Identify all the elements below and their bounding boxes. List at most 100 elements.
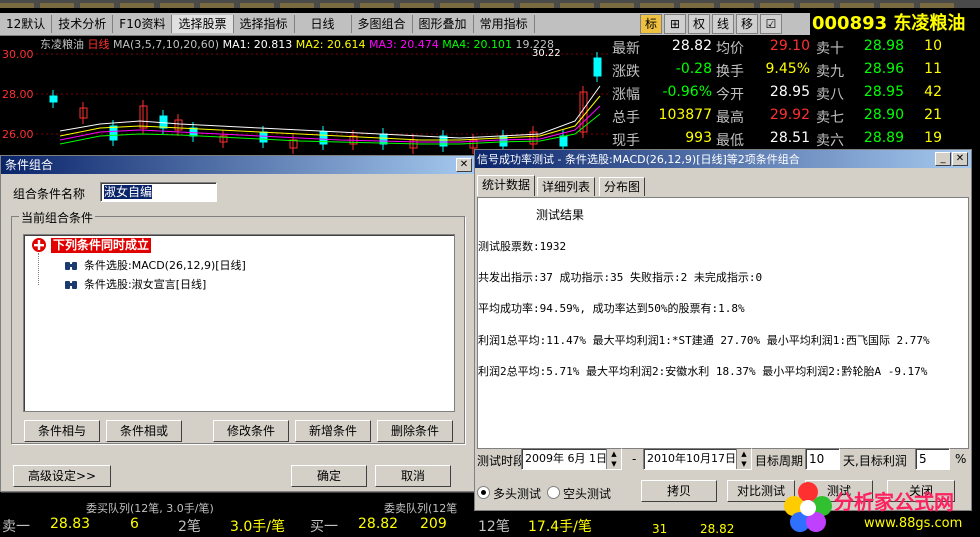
- quote-panel: 最新 28.82 均价 29.10 卖十 28.98 10 涨跌 -0.28 换手 9.45% 卖九 2…: [610, 36, 980, 156]
- quote-count: 42: [924, 84, 942, 100]
- quote-label: 今开: [716, 87, 744, 103]
- trade-count: 31: [652, 522, 668, 536]
- spin-arrows-icon[interactable]: ▲ ▼: [736, 449, 751, 469]
- combo-name-label: 组合条件名称: [13, 187, 86, 201]
- minimize-icon[interactable]: _: [935, 152, 951, 166]
- candles: [49, 52, 602, 154]
- quote-value: 29.92: [769, 107, 810, 123]
- y-tick-26: 26.00: [2, 128, 34, 141]
- toolbar-multi-chart[interactable]: 多图组合: [352, 15, 413, 33]
- short-test-radio[interactable]: [547, 486, 560, 499]
- stock-name: 东凌粮油: [893, 13, 966, 34]
- tab-distribution[interactable]: 分布图: [599, 177, 646, 196]
- result-line-1: 测试股票数:1932: [478, 240, 567, 253]
- stock-title: 000893 东凌粮油: [812, 13, 980, 35]
- condition-combo-dialog: 条件组合 ✕ 组合条件名称 淑女自编 当前组合条件 下列条件同时成立 条件选股:…: [0, 155, 476, 492]
- signal-success-test-dialog: 信号成功率测试 - 条件选股:MACD(26,12,9)[日线]等2项条件组合 …: [474, 149, 972, 511]
- candle: [319, 131, 328, 145]
- ma-params: MA(3,5,7,10,20,60): [113, 38, 220, 51]
- toolbar-select-indicator[interactable]: 选择指标: [234, 15, 295, 33]
- quote-label: 换手: [716, 64, 744, 80]
- ma1-value: MA1: 20.813: [222, 38, 293, 51]
- toolbar-common-indicators[interactable]: 常用指标: [474, 15, 535, 33]
- binoculars-icon: [64, 259, 78, 271]
- buy1-orders: 12笔: [478, 519, 510, 535]
- quote-value: -0.96%: [662, 84, 712, 100]
- toolbar-default[interactable]: 12默认: [0, 15, 53, 33]
- toolbar-f10[interactable]: F10资料: [113, 15, 173, 33]
- percent-sign: %: [955, 452, 967, 466]
- target-profit-input[interactable]: 5: [915, 448, 950, 470]
- candle: [109, 125, 118, 141]
- checkbox-icon[interactable]: ☑: [760, 14, 782, 34]
- buy1-label: 买一: [310, 519, 338, 535]
- rights-icon[interactable]: 权: [688, 14, 710, 34]
- close-icon[interactable]: ✕: [456, 158, 472, 172]
- candle: [379, 133, 388, 145]
- modify-condition-button[interactable]: 修改条件: [213, 420, 289, 442]
- move-icon[interactable]: 移: [736, 14, 758, 34]
- ma2-line: [59, 95, 601, 141]
- chart-header: 东凌粮油 日线 MA(3,5,7,10,20,60) MA1: 20.813 M…: [40, 36, 554, 52]
- plus-icon[interactable]: [30, 237, 48, 253]
- result-heading: 测试结果: [536, 208, 585, 222]
- trade-price: 28.82: [700, 522, 735, 536]
- toolbar-tech-analysis[interactable]: 技术分析: [52, 15, 114, 33]
- ma3-value: MA3: 20.474: [369, 38, 439, 51]
- condition-and-button[interactable]: 条件相与: [24, 420, 100, 442]
- condition-or-button[interactable]: 条件相或: [106, 420, 182, 442]
- quote-label: 最新: [612, 41, 640, 57]
- sell-queue-label: 委卖队列(12笔: [384, 502, 458, 515]
- sell1-avg: 3.0手/笔: [230, 519, 285, 535]
- target-profit-label: 天,目标利润: [843, 454, 907, 468]
- condition-tree[interactable]: 下列条件同时成立 条件选股:MACD(26,12,9)[日线] 条件选股:淑女宣…: [23, 234, 455, 412]
- date-from-picker[interactable]: 2009年 6月 1日 ▲ ▼: [521, 448, 622, 470]
- quote-count: 11: [924, 61, 942, 77]
- sell1-orders: 2笔: [178, 519, 201, 535]
- tab-statistics[interactable]: 统计数据: [477, 175, 536, 196]
- tree-child-1[interactable]: 条件选股:MACD(26,12,9)[日线]: [84, 257, 246, 273]
- long-test-radio[interactable]: [477, 486, 490, 499]
- toolbar-select-stock[interactable]: 选择股票: [172, 15, 234, 33]
- cancel-button[interactable]: 取消: [375, 465, 451, 487]
- grid-icon[interactable]: ⊞: [664, 14, 686, 34]
- advanced-settings-button[interactable]: 高级设定>>: [13, 465, 111, 487]
- target-period-input[interactable]: 10: [805, 448, 840, 470]
- tree-child-2[interactable]: 条件选股:淑女宣言[日线]: [84, 276, 206, 292]
- add-condition-button[interactable]: 新增条件: [295, 420, 371, 442]
- toolbar-icons: 标 ⊞ 权 线 移 ☑: [640, 13, 810, 35]
- quote-value: 28.95: [863, 84, 904, 100]
- quote-value: 103877: [658, 107, 712, 123]
- date-to-picker[interactable]: 2010年10月17日 ▲ ▼: [643, 448, 752, 470]
- candlestick-chart[interactable]: 30.00 28.00 26.00 30.22: [0, 36, 610, 156]
- short-test-label: 空头测试: [563, 487, 612, 501]
- ok-button[interactable]: 确定: [291, 465, 367, 487]
- result-line-3: 平均成功率:94.59%, 成功率达到50%的股票有:1.8%: [478, 302, 745, 315]
- delete-condition-button[interactable]: 删除条件: [377, 420, 453, 442]
- quote-label: 卖八: [816, 87, 844, 103]
- result-line-2: 共发出指示:37 成功指示:35 失败指示:2 未完成指示:0: [478, 271, 763, 284]
- buy-queue-label: 委买队列(12笔, 3.0手/笔): [86, 502, 214, 515]
- quote-value: 28.95: [769, 84, 810, 100]
- toolbar-daily[interactable]: 日线: [295, 15, 352, 33]
- tab-detail-list[interactable]: 详细列表: [537, 177, 596, 196]
- quote-label: 总手: [612, 110, 640, 126]
- dialog1-title: 条件组合: [5, 158, 54, 172]
- mark-icon[interactable]: 标: [640, 14, 662, 34]
- result-line-4: 利润1总平均:11.47% 最大平均利润1:*ST建通 27.70% 最小平均利…: [478, 334, 930, 347]
- candle: [559, 135, 568, 147]
- toolbar-overlay[interactable]: 图形叠加: [413, 15, 474, 33]
- close-icon[interactable]: ✕: [952, 152, 968, 166]
- sell1-label: 卖一: [2, 519, 30, 535]
- tree-root-label[interactable]: 下列条件同时成立: [51, 238, 152, 253]
- ma2-value: MA2: 20.614: [295, 38, 366, 51]
- test-result-panel: 测试结果 测试股票数:1932 共发出指示:37 成功指示:35 失败指示:2 …: [477, 197, 969, 449]
- quote-label: 卖十: [816, 41, 844, 57]
- spin-arrows-icon[interactable]: ▲ ▼: [606, 449, 621, 469]
- copy-button[interactable]: 拷贝: [641, 480, 717, 502]
- tree-connector: [38, 253, 40, 285]
- combo-name-input[interactable]: 淑女自编: [100, 182, 217, 202]
- brand-text: 分析家公式网: [834, 490, 954, 514]
- buy1-volume: 209: [420, 516, 447, 532]
- line-icon[interactable]: 线: [712, 14, 734, 34]
